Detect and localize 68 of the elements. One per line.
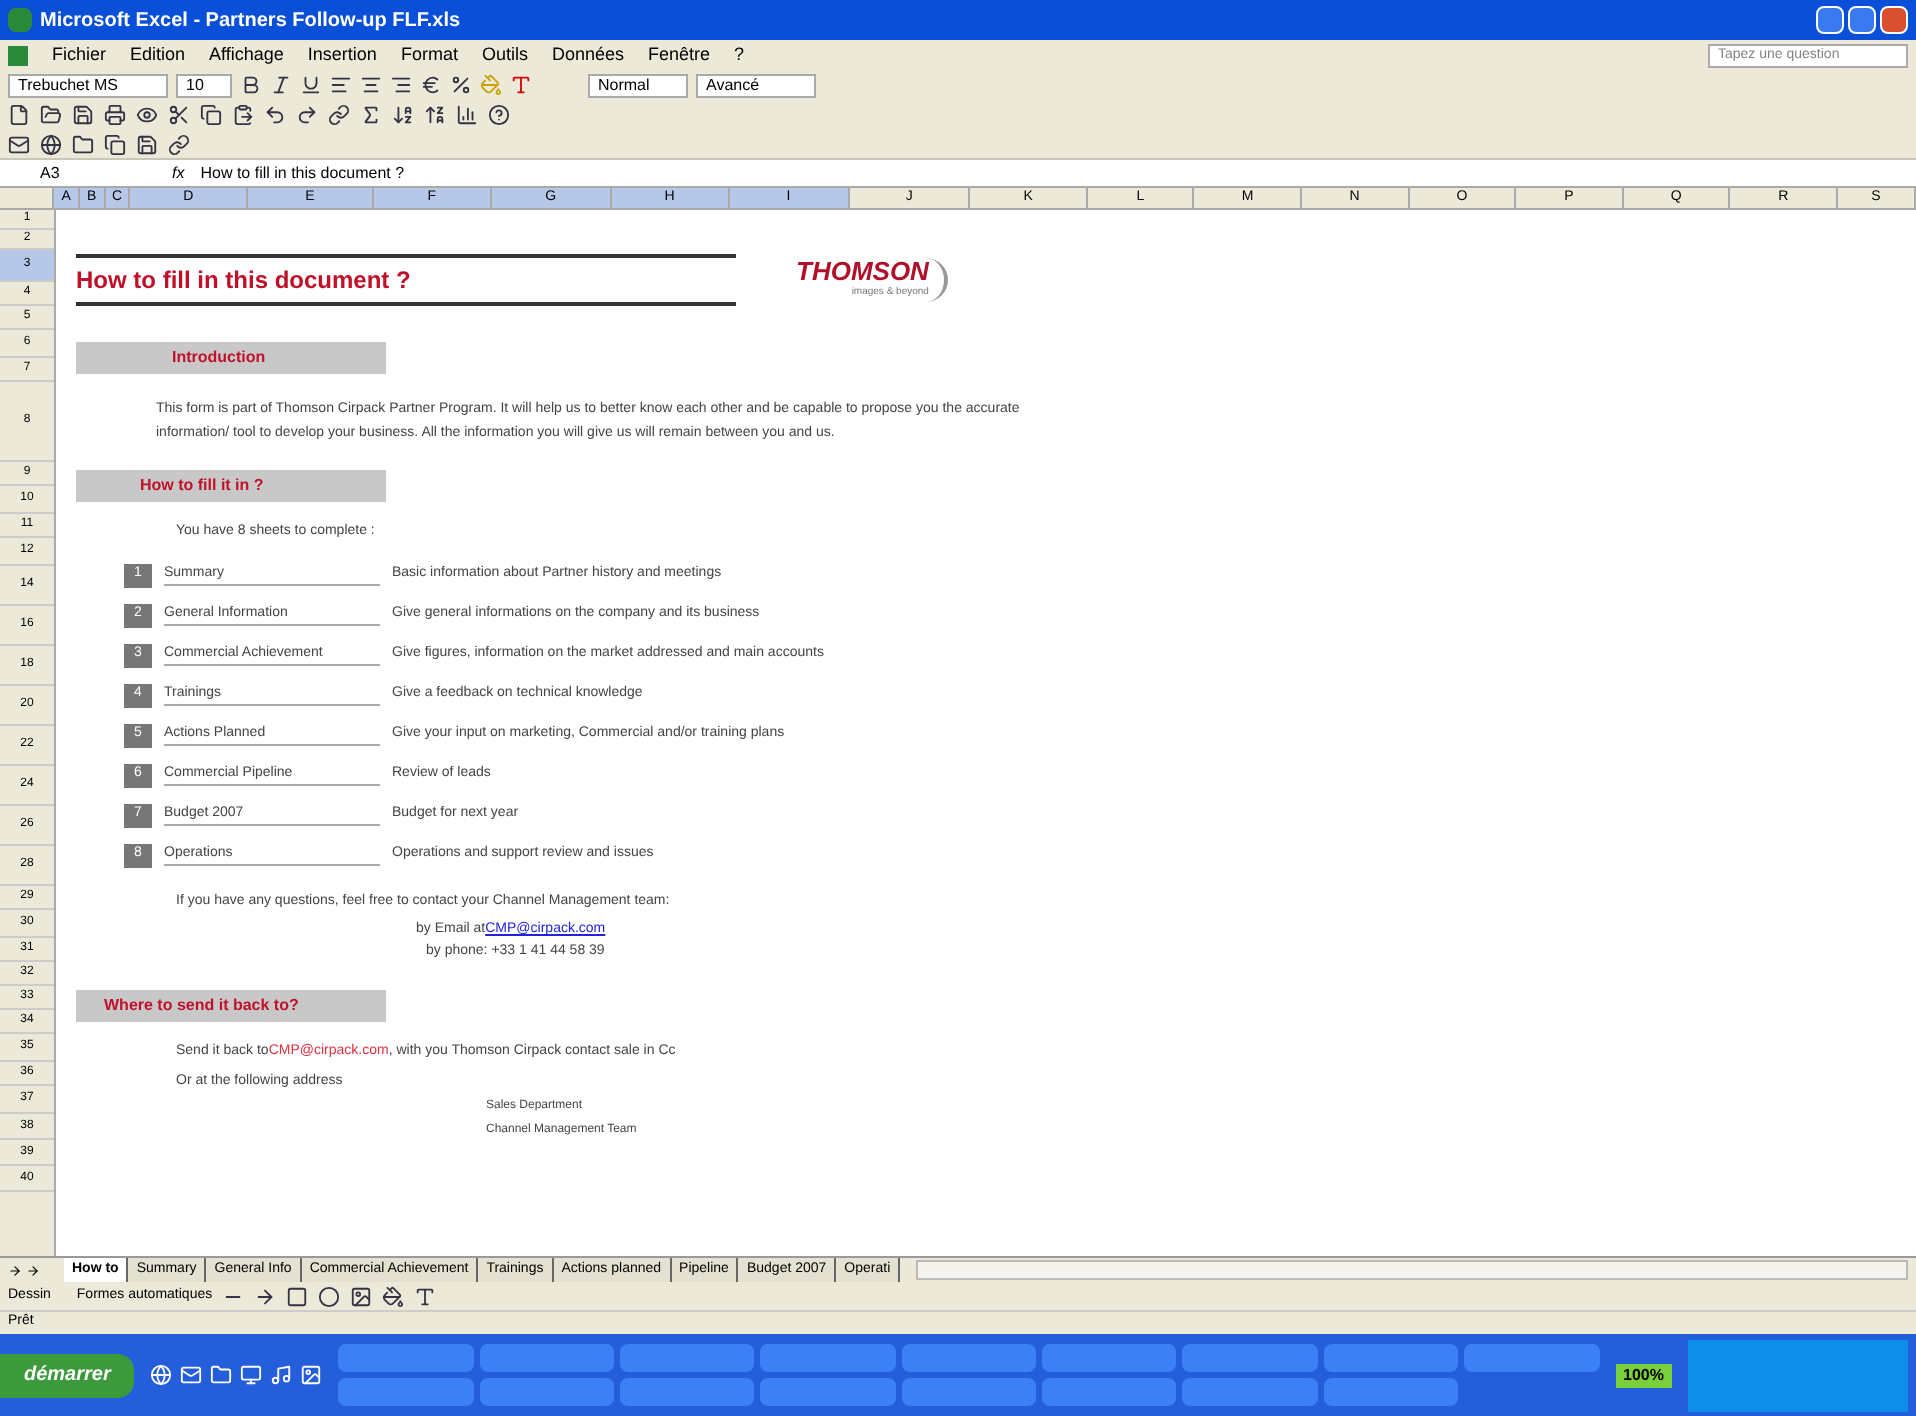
music-icon[interactable] (270, 1364, 293, 1386)
font-color-icon[interactable] (414, 1285, 437, 1307)
preview-icon[interactable] (136, 104, 158, 126)
horizontal-scrollbar[interactable] (916, 1260, 1908, 1280)
minimize-button[interactable] (1816, 6, 1844, 34)
paste-icon[interactable] (232, 104, 254, 126)
font-size-dropdown[interactable]: 10 (176, 73, 232, 97)
save-icon[interactable] (136, 133, 158, 155)
italic-icon[interactable] (270, 74, 292, 96)
menu-item[interactable]: ? (734, 41, 745, 69)
bold-icon[interactable] (240, 74, 262, 96)
window-title: Microsoft Excel - Partners Follow-up FLF.xls (40, 7, 461, 35)
font-dropdown[interactable]: Trebuchet MS (8, 73, 168, 97)
align-center-icon[interactable] (360, 74, 382, 96)
undo-icon[interactable] (264, 104, 286, 126)
formula-field[interactable]: How to fill in this document ? (200, 161, 405, 185)
globe-icon[interactable] (40, 133, 62, 155)
menu-item[interactable]: Insertion (307, 41, 377, 69)
sort-ascending-icon[interactable] (392, 104, 414, 126)
chart-icon[interactable] (456, 104, 478, 126)
open-folder-icon[interactable] (40, 104, 62, 126)
align-right-icon[interactable] (390, 74, 412, 96)
new-file-icon[interactable] (8, 104, 30, 126)
style-dropdown[interactable]: Normal (588, 73, 688, 97)
euro-icon[interactable] (420, 74, 442, 96)
underline-icon[interactable] (300, 74, 322, 96)
sum-icon[interactable] (360, 104, 382, 126)
menu-item[interactable]: Format (400, 41, 458, 69)
percent-icon[interactable] (450, 74, 472, 96)
menu-item[interactable]: Données (551, 41, 625, 69)
copy-icon[interactable] (200, 104, 222, 126)
section-heading: How to fill it in ? (76, 470, 386, 502)
start-button[interactable]: démarrer (0, 1353, 135, 1397)
help-icon[interactable] (488, 104, 510, 126)
menu-item[interactable]: Affichage (209, 41, 284, 69)
close-button[interactable] (1880, 6, 1908, 34)
link-icon[interactable] (168, 133, 190, 155)
style-dropdown[interactable]: Avancé (696, 73, 816, 97)
fill-color-icon[interactable] (480, 74, 502, 96)
mail-icon[interactable] (8, 133, 30, 155)
menu-item[interactable]: Fichier (52, 41, 107, 69)
menu-item[interactable]: Fenêtre (648, 41, 711, 69)
save-icon[interactable] (72, 104, 94, 126)
rectangle-icon[interactable] (286, 1285, 309, 1307)
menu-item[interactable]: Outils (481, 41, 528, 69)
sort-descending-icon[interactable] (424, 104, 446, 126)
oval-icon[interactable] (318, 1285, 341, 1307)
zoom-badge: 100% (1615, 1363, 1672, 1387)
cut-icon[interactable] (168, 104, 190, 126)
align-left-icon[interactable] (330, 74, 352, 96)
folder-icon[interactable] (72, 133, 94, 155)
print-icon[interactable] (104, 104, 126, 126)
logo-text: THOMSON (796, 258, 929, 287)
function-label[interactable]: fx (172, 161, 185, 185)
redo-icon[interactable] (296, 104, 318, 126)
arrow-icon[interactable] (254, 1285, 277, 1307)
menu-item[interactable]: Edition (130, 41, 186, 69)
font-color-icon[interactable] (510, 74, 532, 96)
fill-color-icon[interactable] (382, 1285, 405, 1307)
restore-button[interactable] (1848, 6, 1876, 34)
section-heading: Where to send it back to? (76, 990, 386, 1022)
section-heading: Introduction (76, 342, 386, 374)
monitor-icon[interactable] (240, 1364, 263, 1386)
document-title: How to fill in this document ? (76, 266, 411, 294)
copy-icon[interactable] (104, 133, 126, 155)
link-icon[interactable] (328, 104, 350, 126)
name-box[interactable]: A3 (8, 161, 108, 185)
picture-icon[interactable] (350, 1285, 373, 1307)
